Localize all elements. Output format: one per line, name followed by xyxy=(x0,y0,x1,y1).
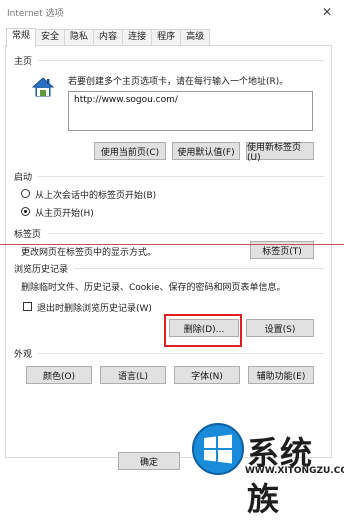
windows-logo-icon xyxy=(191,422,245,476)
appearance-section-title: 外观 xyxy=(14,350,33,360)
languages-button[interactable]: 语言(L) xyxy=(100,366,166,384)
ok-button[interactable]: 确定 xyxy=(118,452,180,470)
house-icon xyxy=(31,76,55,98)
homepage-url-field[interactable]: http://www.sogou.com/ xyxy=(68,91,313,131)
watermark-url: WWW.XITONGZU.COM xyxy=(245,466,344,476)
homepage-section-title: 主页 xyxy=(14,57,33,67)
watermark-logo: 系统族 WWW.XITONGZU.COM xyxy=(191,420,344,518)
startup-option-home-page: 从主页开始(H) xyxy=(35,209,94,219)
history-section-title: 浏览历史记录 xyxy=(14,265,69,275)
tab-connections[interactable]: 连接 xyxy=(122,29,153,46)
tabs-divider xyxy=(48,233,324,234)
tab-security[interactable]: 安全 xyxy=(35,29,66,46)
history-description: 删除临时文件、历史记录、Cookie、保存的密码和网页表单信息。 xyxy=(21,283,286,293)
annotation-highlight-box xyxy=(164,314,242,347)
startup-option-last-session: 从上次会话中的标签页开始(B) xyxy=(35,191,157,201)
tab-content[interactable]: 内容 xyxy=(93,29,124,46)
tabs-section-title: 标签页 xyxy=(14,230,42,240)
startup-section-title: 启动 xyxy=(14,173,33,183)
tab-general[interactable]: 常规 xyxy=(6,28,37,47)
fonts-button[interactable]: 字体(N) xyxy=(174,366,240,384)
general-tab-panel: 主页 若要创建多个主页选项卡，请在每行输入一个地址(R)。 http://www… xyxy=(5,45,332,458)
close-button[interactable]: ✕ xyxy=(310,0,344,24)
delete-on-exit-label: 退出时删除浏览历史记录(W) xyxy=(37,304,152,314)
history-divider xyxy=(74,268,324,269)
homepage-divider xyxy=(38,60,324,61)
colors-button[interactable]: 颜色(O) xyxy=(26,366,92,384)
radio-home-page[interactable] xyxy=(21,207,30,216)
homepage-description: 若要创建多个主页选项卡，请在每行输入一个地址(R)。 xyxy=(68,77,289,87)
use-current-button[interactable]: 使用当前页(C) xyxy=(94,142,166,160)
appearance-divider xyxy=(38,353,324,354)
use-new-tab-button[interactable]: 使用新标签页(U) xyxy=(246,142,314,163)
tabs-description: 更改网页在标签页中的显示方式。 xyxy=(21,248,157,258)
radio-last-session[interactable] xyxy=(21,189,30,198)
tab-programs[interactable]: 程序 xyxy=(151,29,182,46)
use-default-button[interactable]: 使用默认值(F) xyxy=(172,142,240,160)
delete-on-exit-checkbox[interactable] xyxy=(23,302,32,311)
tab-strip: 常规 安全 隐私 内容 连接 程序 高级 xyxy=(6,28,211,47)
tab-privacy[interactable]: 隐私 xyxy=(64,29,95,46)
window-title: Internet 选项 xyxy=(7,9,64,19)
accessibility-button[interactable]: 辅助功能(E) xyxy=(248,366,314,384)
history-settings-button[interactable]: 设置(S) xyxy=(246,319,314,337)
annotation-guide-line xyxy=(0,244,344,245)
tab-advanced[interactable]: 高级 xyxy=(180,29,211,46)
title-bar: Internet 选项 ✕ xyxy=(0,0,344,24)
startup-divider xyxy=(38,176,324,177)
